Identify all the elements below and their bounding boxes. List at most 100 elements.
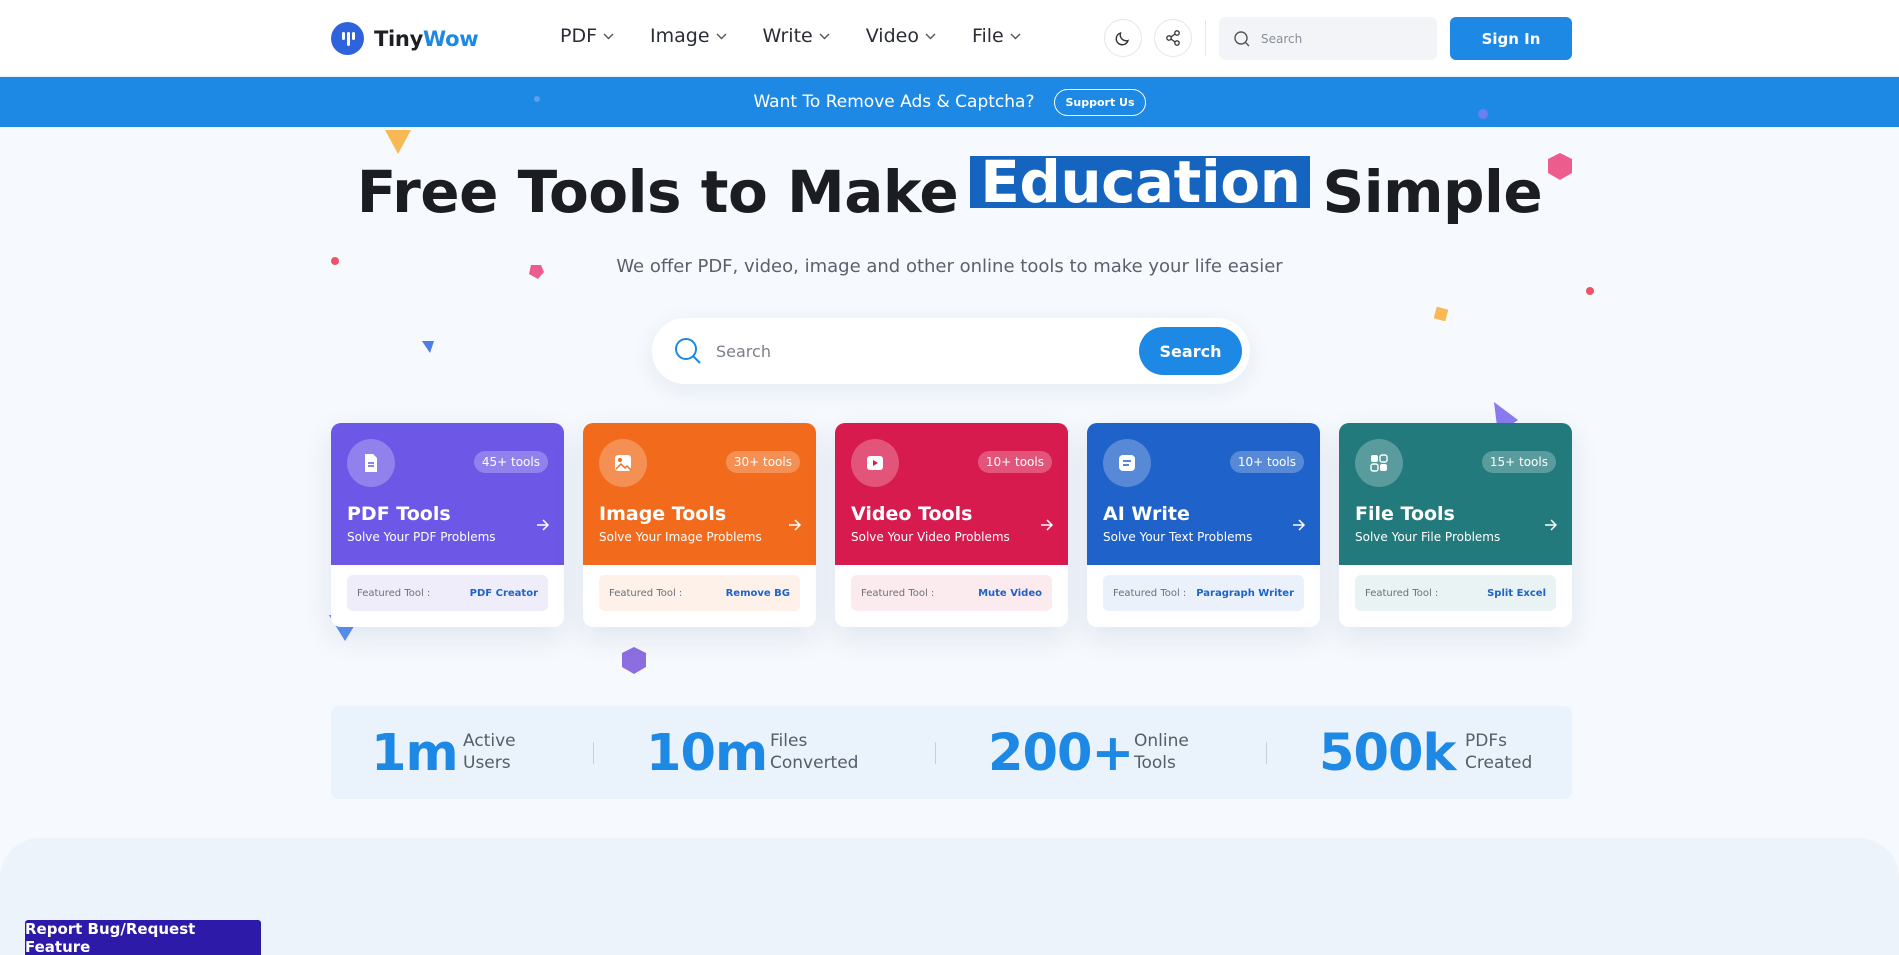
banner-text: Want To Remove Ads & Captcha? <box>753 92 1035 112</box>
moon-icon <box>1115 31 1130 46</box>
card-title: Image Tools <box>599 503 727 525</box>
share-button[interactable] <box>1154 19 1192 57</box>
triangle-decoration-icon <box>422 341 434 353</box>
arrow-right-icon <box>1293 519 1306 531</box>
stat-divider <box>593 742 594 764</box>
stat-label-line1: Online <box>1134 731 1189 751</box>
featured-tool-link[interactable]: Mute Video <box>978 588 1042 599</box>
hero-subtitle: We offer PDF, video, image and other onl… <box>616 256 1283 277</box>
sign-in-button[interactable]: Sign In <box>1450 17 1572 60</box>
stat-label-line2: Users <box>463 753 511 773</box>
featured-label: Featured Tool : <box>1365 587 1439 599</box>
stat-value: 1m <box>371 724 459 783</box>
nav-file[interactable]: File <box>972 25 1021 47</box>
hero-search-button[interactable]: Search <box>1139 327 1242 375</box>
report-bug-button[interactable]: Report Bug/Request Feature <box>25 920 261 955</box>
logo-text-part1: Tiny <box>374 26 423 51</box>
nav-pdf[interactable]: PDF <box>560 25 614 47</box>
stat-value: 10m <box>646 724 768 783</box>
hero-search-input[interactable] <box>716 341 1116 361</box>
nav-image[interactable]: Image <box>650 25 727 47</box>
featured-label: Featured Tool : <box>861 587 935 599</box>
featured-tool[interactable]: Featured Tool : PDF Creator <box>347 575 548 611</box>
cube-decoration-icon <box>622 647 646 674</box>
bottom-section <box>0 838 1899 955</box>
stats-bar: 1m Active Users 10m Files Converted 200+ O… <box>331 706 1572 799</box>
featured-tool-link[interactable]: Remove BG <box>726 588 790 599</box>
tool-count-badge: 15+ tools <box>1481 451 1556 473</box>
chevron-down-icon <box>819 33 830 39</box>
tool-card-image[interactable]: 30+ tools Image Tools Solve Your Image P… <box>583 423 816 627</box>
stat-label-line1: Files <box>770 731 808 751</box>
featured-tool-link[interactable]: Paragraph Writer <box>1196 588 1294 599</box>
card-title: PDF Tools <box>347 503 451 525</box>
featured-label: Featured Tool : <box>609 587 683 599</box>
card-title: Video Tools <box>851 503 973 525</box>
search-icon <box>1234 30 1250 46</box>
search-icon <box>675 338 701 364</box>
featured-tool-link[interactable]: Split Excel <box>1487 588 1546 599</box>
support-us-button[interactable]: Support Us <box>1054 88 1146 116</box>
nav-image-label: Image <box>650 25 710 47</box>
header-search-input[interactable] <box>1261 31 1411 46</box>
featured-tool[interactable]: Featured Tool : Split Excel <box>1355 575 1556 611</box>
main-nav: PDF Image Write Video File <box>560 25 1057 47</box>
tool-count-badge: 30+ tools <box>725 451 800 473</box>
featured-tool[interactable]: Featured Tool : Mute Video <box>851 575 1052 611</box>
stat-label: Online Tools <box>1134 730 1224 774</box>
hero-title-before: Free Tools to Make <box>356 158 959 226</box>
card-header: 10+ tools AI Write Solve Your Text Probl… <box>1087 423 1320 565</box>
share-icon <box>1166 30 1180 46</box>
hero-title-highlight: Education <box>970 153 1311 211</box>
square-decoration-icon <box>1434 307 1448 321</box>
featured-tool[interactable]: Featured Tool : Paragraph Writer <box>1103 575 1304 611</box>
arrow-right-icon <box>789 519 802 531</box>
header-divider <box>1205 20 1206 56</box>
featured-tool[interactable]: Featured Tool : Remove BG <box>599 575 800 611</box>
card-title: AI Write <box>1103 503 1190 525</box>
dot-decoration-icon <box>1478 109 1488 119</box>
header-search[interactable] <box>1219 17 1437 60</box>
card-header: 45+ tools PDF Tools Solve Your PDF Probl… <box>331 423 564 565</box>
stat-label-line1: PDFs <box>1465 731 1507 751</box>
image-icon <box>599 439 647 487</box>
tool-card-pdf[interactable]: 45+ tools PDF Tools Solve Your PDF Probl… <box>331 423 564 627</box>
card-title: File Tools <box>1355 503 1455 525</box>
featured-tool-link[interactable]: PDF Creator <box>470 588 538 599</box>
hero-title: Free Tools to Make Education Simple <box>0 153 1899 226</box>
chevron-down-icon <box>925 33 936 39</box>
dot-decoration-icon <box>1586 287 1594 295</box>
tool-count-badge: 45+ tools <box>473 451 548 473</box>
tool-card-ai-write[interactable]: 10+ tools AI Write Solve Your Text Probl… <box>1087 423 1320 627</box>
chevron-down-icon <box>716 33 727 39</box>
logo-mark-icon <box>331 22 364 55</box>
tool-card-video[interactable]: 10+ tools Video Tools Solve Your Video P… <box>835 423 1068 627</box>
pdf-icon <box>347 439 395 487</box>
tool-card-file[interactable]: 15+ tools File Tools Solve Your File Pro… <box>1339 423 1572 627</box>
hero-search[interactable]: Search <box>652 318 1250 384</box>
nav-write-label: Write <box>762 25 813 47</box>
nav-video[interactable]: Video <box>866 25 936 47</box>
card-subtitle: Solve Your Video Problems <box>851 530 1010 544</box>
stat-label-line1: Active <box>463 731 516 751</box>
triangle-decoration-icon <box>385 130 411 154</box>
file-icon <box>1355 439 1403 487</box>
stat-value: 200+ <box>988 724 1134 783</box>
arrow-right-icon <box>1041 519 1054 531</box>
write-icon <box>1103 439 1151 487</box>
stat-label: Active Users <box>463 730 553 774</box>
logo[interactable]: TinyWow <box>331 22 479 55</box>
nav-write[interactable]: Write <box>763 25 830 47</box>
stat-label: Files Converted <box>770 730 860 774</box>
card-subtitle: Solve Your File Problems <box>1355 530 1501 544</box>
nav-file-label: File <box>971 25 1004 47</box>
nav-pdf-label: PDF <box>560 25 598 47</box>
chevron-down-icon <box>1010 33 1021 39</box>
featured-label: Featured Tool : <box>1113 587 1187 599</box>
hero-title-after: Simple <box>1322 158 1543 226</box>
card-header: 15+ tools File Tools Solve Your File Pro… <box>1339 423 1572 565</box>
stat-value: 500k <box>1319 724 1456 783</box>
dark-mode-button[interactable] <box>1104 19 1142 57</box>
arrow-right-icon <box>1545 519 1558 531</box>
stat-label-line2: Converted <box>770 753 859 773</box>
